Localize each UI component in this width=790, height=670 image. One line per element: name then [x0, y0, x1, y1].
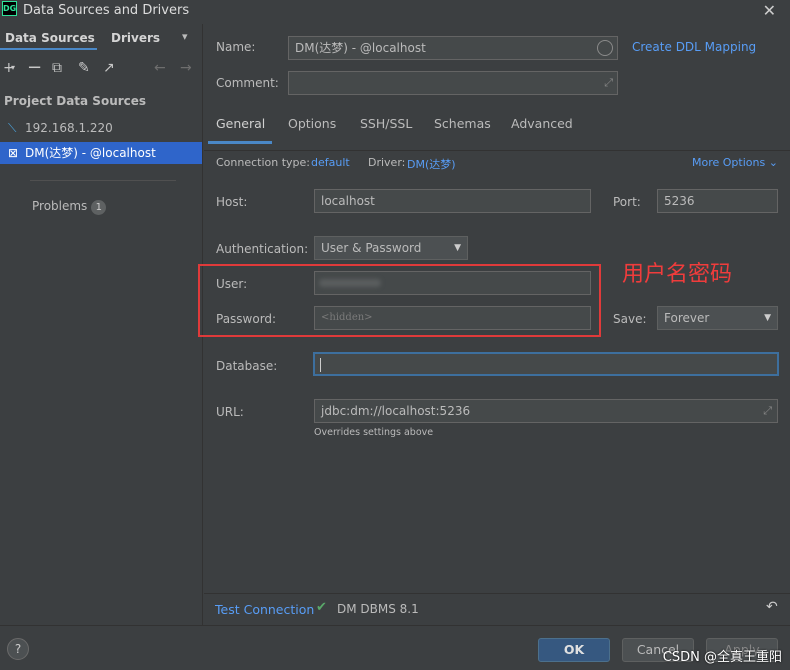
undo-icon[interactable]: ↶: [766, 599, 778, 615]
url-label: URL:: [216, 405, 244, 419]
remove-icon[interactable]: −: [27, 57, 42, 78]
forward-arrow-icon[interactable]: →: [180, 60, 192, 76]
settings-tabs: General Options SSH/SSL Schemas Advanced: [204, 116, 790, 144]
watermark: CSDN @全真王重阳: [662, 650, 782, 665]
annotation-highlight-box: [198, 264, 601, 337]
save-value: Forever: [664, 311, 710, 325]
tab-advanced[interactable]: Advanced: [511, 116, 573, 144]
tree-item-192-168-1-220[interactable]: ⟍ 192.168.1.220: [0, 117, 202, 139]
help-button[interactable]: ?: [7, 638, 29, 660]
active-tab-underline: [208, 141, 272, 144]
driver-label: Driver:: [368, 156, 406, 169]
active-tab-underline: [0, 48, 97, 50]
tree-item-dm-localhost[interactable]: ⊠ DM(达梦) - @localhost: [0, 142, 202, 164]
title-bar: DG Data Sources and Drivers ✕: [0, 0, 790, 24]
chevron-down-icon[interactable]: ▾: [182, 30, 188, 43]
authentication-select[interactable]: User & Password ▼: [314, 236, 468, 260]
wrench-icon[interactable]: ✎: [78, 60, 90, 76]
left-tabs: Data Sources Drivers ▾: [0, 28, 203, 50]
url-field[interactable]: jdbc:dm://localhost:5236 ⤢: [314, 399, 778, 423]
authentication-label: Authentication:: [216, 242, 309, 256]
open-external-icon[interactable]: ↗: [103, 60, 115, 76]
name-value: DM(达梦) - @localhost: [295, 41, 426, 55]
name-label: Name:: [216, 40, 256, 54]
connection-type-label: Connection type:: [216, 156, 311, 169]
port-label: Port:: [613, 195, 641, 209]
database-icon: ⟍: [8, 121, 17, 135]
tab-options[interactable]: Options: [288, 116, 336, 144]
database-label: Database:: [216, 359, 278, 373]
problems-label: Problems: [32, 199, 88, 213]
dm-database-icon: ⊠: [8, 146, 19, 160]
test-connection-strip: Test Connection ✔ DM DBMS 8.1 ↶: [204, 593, 790, 625]
color-circle-icon[interactable]: [597, 40, 613, 56]
divider: [30, 180, 176, 181]
name-field[interactable]: DM(达梦) - @localhost: [288, 36, 618, 60]
save-label: Save:: [613, 312, 647, 326]
text-cursor: [320, 358, 321, 372]
url-value: jdbc:dm://localhost:5236: [321, 404, 471, 418]
expand-icon[interactable]: ⤢: [763, 400, 772, 422]
project-data-sources-heading: Project Data Sources: [4, 94, 147, 108]
expand-icon[interactable]: ⤢: [604, 72, 613, 94]
ok-button[interactable]: OK: [538, 638, 610, 662]
tab-schemas[interactable]: Schemas: [434, 116, 491, 144]
dialog-footer: ? OK Cancel Apply CSDN @全真王重阳: [0, 625, 790, 670]
window-title: Data Sources and Drivers: [23, 3, 190, 18]
database-field[interactable]: [313, 352, 779, 376]
chevron-down-icon: ⌄: [768, 156, 778, 169]
host-label: Host:: [216, 195, 248, 209]
test-connection-link[interactable]: Test Connection: [215, 602, 314, 617]
comment-field[interactable]: ⤢: [288, 71, 618, 95]
connection-info-bar: Connection type: default Driver: DM(达梦) …: [204, 150, 790, 176]
dropdown-arrow-icon: ▼: [764, 313, 771, 323]
dropdown-arrow-icon: ▼: [454, 243, 461, 253]
connection-type-link[interactable]: default: [311, 156, 350, 169]
save-select[interactable]: Forever ▼: [657, 306, 778, 330]
dbms-version: DM DBMS 8.1: [337, 602, 419, 616]
tab-ssh-ssl[interactable]: SSH/SSL: [360, 116, 412, 144]
problems-count-badge: 1: [91, 200, 107, 215]
annotation-text: 用户名密码: [622, 262, 733, 287]
close-icon[interactable]: ✕: [763, 1, 776, 20]
comment-label: Comment:: [216, 76, 279, 90]
create-ddl-mapping-link[interactable]: Create DDL Mapping: [632, 40, 756, 54]
left-panel: Data Sources Drivers ▾ + ▾ − ⧉ ✎ ↗ ← → P…: [0, 24, 203, 625]
port-field[interactable]: 5236: [657, 189, 778, 213]
tab-general[interactable]: General: [216, 116, 265, 144]
authentication-value: User & Password: [321, 241, 422, 255]
problems-link[interactable]: Problems 1: [32, 199, 107, 215]
more-options-link[interactable]: More Options ⌄: [692, 156, 778, 169]
back-arrow-icon[interactable]: ←: [154, 60, 166, 76]
duplicate-icon[interactable]: ⧉: [52, 60, 62, 76]
add-dropdown-icon[interactable]: ▾: [11, 63, 15, 72]
tree-item-label: 192.168.1.220: [25, 121, 113, 135]
datagrip-logo-icon: DG: [2, 1, 17, 16]
driver-link[interactable]: DM(达梦): [407, 156, 456, 172]
tree-item-label: DM(达梦) - @localhost: [25, 146, 156, 160]
url-note: Overrides settings above: [314, 427, 434, 438]
host-field[interactable]: localhost: [314, 189, 591, 213]
check-icon: ✔: [316, 600, 327, 615]
more-options-label: More Options: [692, 156, 766, 169]
tab-data-sources[interactable]: Data Sources: [5, 31, 95, 45]
tab-drivers[interactable]: Drivers: [111, 31, 160, 45]
